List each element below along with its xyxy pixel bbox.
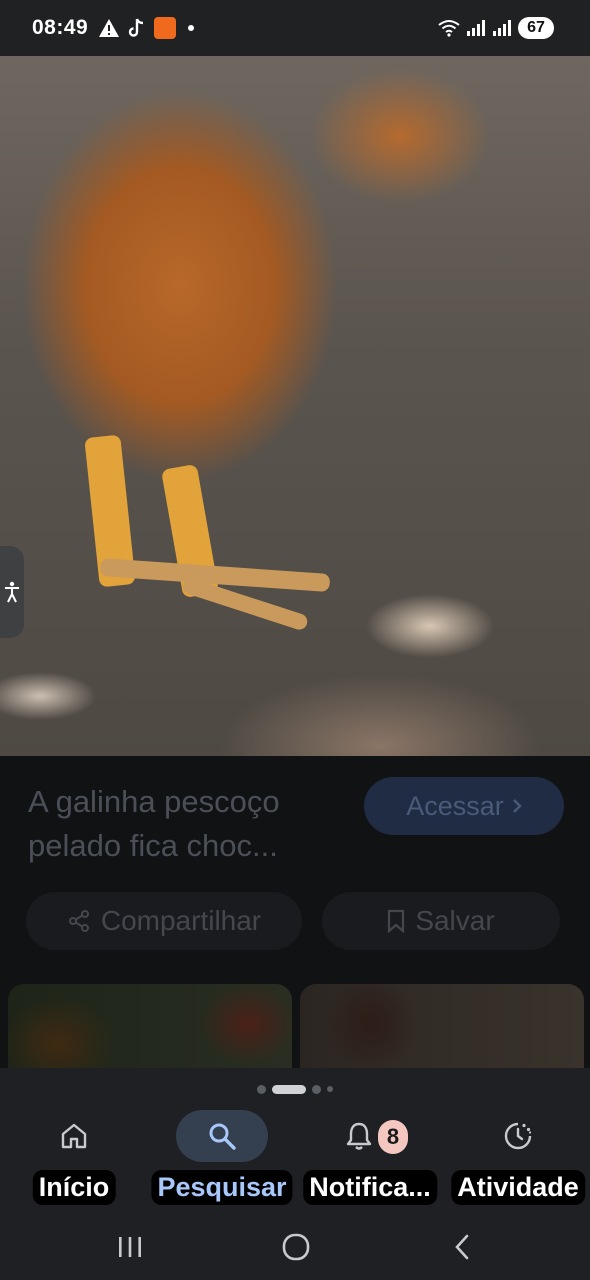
result-image[interactable] [0,56,590,756]
more-notifications-icon [188,25,195,31]
recent-apps-button[interactable] [100,1224,160,1270]
signal-icon-2 [493,20,511,36]
related-thumbnail[interactable] [8,984,292,1068]
nav-item-search[interactable]: Pesquisar [148,1110,296,1214]
nav-item-home[interactable]: Início [0,1110,148,1214]
chevron-right-icon [512,799,522,813]
signal-icon [467,20,485,36]
activity-icon [504,1122,532,1150]
open-button-label: Acessar [406,790,504,821]
back-button[interactable] [432,1224,492,1270]
notification-icons [98,17,195,39]
home-circle-icon [282,1233,310,1261]
page-dot [327,1086,333,1092]
bookmark-icon [388,909,405,933]
accessibility-icon [5,581,19,603]
nav-item-activity[interactable]: Atividade [444,1110,590,1214]
related-thumbnail[interactable] [300,984,584,1068]
wifi-icon [438,20,460,37]
share-button[interactable]: Compartilhar [26,892,302,950]
page-dot-active [272,1084,306,1094]
page-dot [257,1084,266,1094]
share-icon [68,910,89,932]
status-bar: 08:49 67 [0,0,590,56]
bottom-nav: Início Pesquisar 8 Notifica... Atividade [0,1110,590,1214]
home-button[interactable] [266,1224,326,1270]
nav-item-notifications[interactable]: 8 Notifica... [296,1110,444,1214]
nav-label-notifications: Notifica... [303,1170,437,1205]
search-icon [209,1123,236,1150]
nav-icon-container [472,1110,564,1162]
share-label: Compartilhar [100,905,262,936]
nav-label-search: Pesquisar [151,1170,293,1205]
battery-level: 67 [518,17,554,39]
recent-apps-icon [119,1237,141,1257]
nav-label-home: Início [32,1170,116,1205]
result-title[interactable]: A galinha pescoço pelado fica choc... [28,780,348,868]
page-dot [312,1084,321,1094]
system-nav-bar [0,1214,590,1280]
system-status-icons: 67 [438,0,554,56]
warning-icon [99,19,120,37]
open-button[interactable]: Acessar [364,777,564,835]
nav-label-activity: Atividade [451,1170,585,1205]
save-label: Salvar [415,905,495,936]
back-icon [455,1234,469,1260]
nav-icon-container [28,1110,120,1162]
page-indicator [0,1068,590,1110]
save-button[interactable]: Salvar [322,892,560,950]
status-time: 08:49 [32,16,89,39]
accessibility-button[interactable] [0,546,24,638]
tiktok-icon [129,18,144,37]
app-notification-icon [154,17,177,39]
home-icon [61,1123,87,1149]
bell-icon [346,1122,372,1150]
nav-icon-container-active [176,1110,268,1162]
notification-count-badge: 8 [378,1120,408,1154]
